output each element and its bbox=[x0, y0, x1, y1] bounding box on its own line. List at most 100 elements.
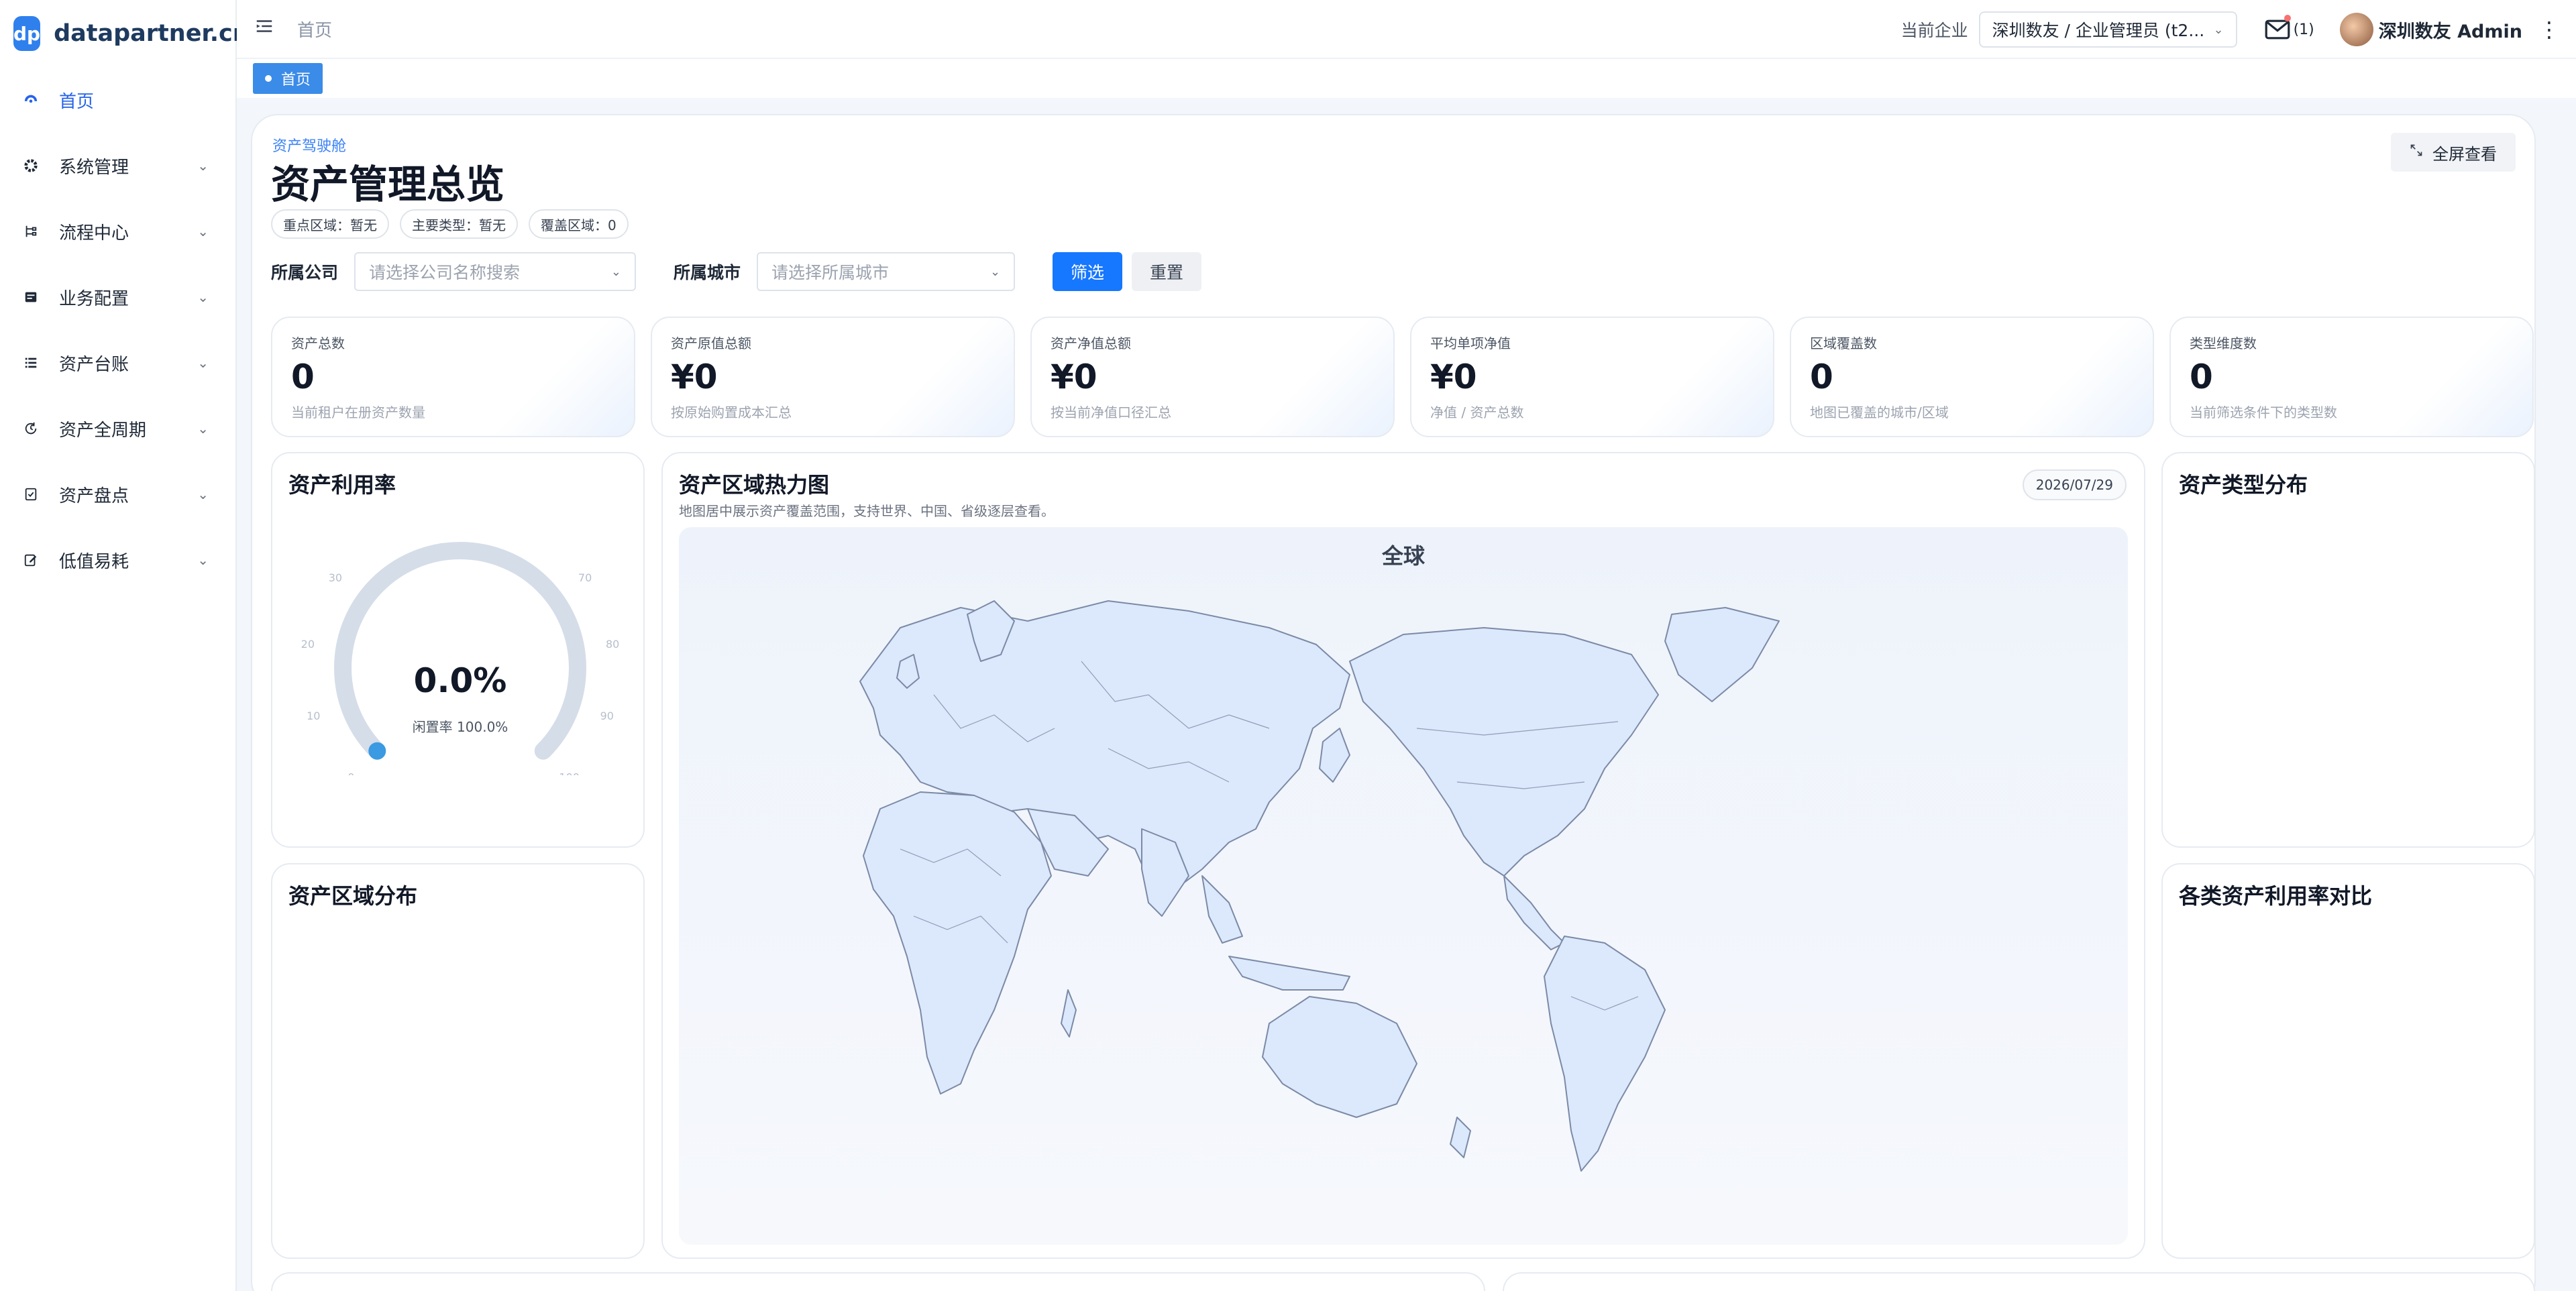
sidebar-item-label: 资产台账 bbox=[59, 354, 129, 375]
sidebar-item-flow[interactable]: 流程中心 ⌄ bbox=[0, 199, 235, 264]
breadcrumb[interactable]: 首页 bbox=[297, 17, 332, 42]
date-badge[interactable]: 2026/07/29 bbox=[2022, 469, 2127, 500]
chevron-down-icon: ⌄ bbox=[197, 552, 209, 568]
page-title: 资产管理总览 bbox=[271, 162, 505, 207]
map-north-america bbox=[1349, 627, 1659, 877]
expand-icon bbox=[2410, 144, 2423, 161]
city-placeholder: 请选择所属城市 bbox=[771, 263, 890, 282]
filter-button[interactable]: 筛选 bbox=[1053, 252, 1123, 291]
sidebar-item-label: 资产盘点 bbox=[59, 486, 129, 506]
sidebar-item-label: 系统管理 bbox=[59, 157, 129, 178]
gauge-tick-label: 70 bbox=[578, 571, 592, 584]
sidebar-item-system[interactable]: 系统管理 ⌄ bbox=[0, 133, 235, 199]
city-label: 所属城市 bbox=[674, 263, 741, 282]
cycle-icon bbox=[23, 420, 39, 437]
stat-value: 0 bbox=[291, 357, 315, 396]
brand[interactable]: dp datapartner.cn bbox=[0, 0, 250, 67]
stat-title: 资产总数 bbox=[291, 335, 345, 351]
bottom-panel-left bbox=[271, 1272, 1485, 1291]
company-placeholder: 请选择公司名称搜索 bbox=[369, 263, 521, 282]
stat-value: 0 bbox=[2190, 357, 2213, 396]
corp-select-value: 深圳数友 / 企业管理员 (t2... bbox=[1992, 21, 2205, 40]
region-distribution-panel: 资产区域分布 bbox=[271, 863, 645, 1259]
tab-label: 首页 bbox=[281, 72, 311, 89]
gauge-value: 0.0% bbox=[413, 661, 507, 700]
map-scope-title: 全球 bbox=[1381, 543, 1425, 569]
gear-icon bbox=[23, 158, 39, 174]
checklist-icon bbox=[23, 486, 39, 502]
sidebar-item-business[interactable]: 业务配置 ⌄ bbox=[0, 264, 235, 330]
bottom-panel-right bbox=[1503, 1272, 2535, 1291]
sidebar-item-label: 流程中心 bbox=[59, 223, 129, 243]
stat-sub: 当前筛选条件下的类型数 bbox=[2190, 404, 2337, 420]
more-vertical-icon[interactable]: ⋮ bbox=[2538, 17, 2560, 42]
map-madagascar bbox=[1061, 989, 1077, 1037]
stat-title: 资产净值总额 bbox=[1051, 335, 1131, 351]
stat-title: 区域覆盖数 bbox=[1810, 335, 1877, 351]
stat-value: 0 bbox=[1810, 357, 1833, 396]
panel-title: 资产类型分布 bbox=[2179, 472, 2308, 498]
fullscreen-button[interactable]: 全屏查看 bbox=[2391, 133, 2516, 172]
sidebar-item-consumables[interactable]: 低值易耗 ⌄ bbox=[0, 527, 235, 593]
stat-sub: 地图已覆盖的城市/区域 bbox=[1810, 404, 1949, 420]
world-map[interactable]: 全球 bbox=[679, 527, 2128, 1245]
menu-collapse-icon[interactable] bbox=[254, 16, 274, 42]
sidebar-item-inventory[interactable]: 资产盘点 ⌄ bbox=[0, 461, 235, 527]
chevron-down-icon: ⌄ bbox=[197, 158, 209, 174]
panel-title: 资产区域分布 bbox=[288, 883, 418, 909]
chevron-down-icon: ⌄ bbox=[197, 223, 209, 239]
mail-button[interactable]: (1) bbox=[2264, 15, 2314, 40]
gauge-pointer bbox=[368, 742, 386, 760]
map-australia bbox=[1262, 996, 1417, 1118]
sidebar-item-lifecycle[interactable]: 资产全周期 ⌄ bbox=[0, 396, 235, 461]
topbar-right: 当前企业 深圳数友 / 企业管理员 (t2... ⌄ (1) 深圳数友 Admi… bbox=[1901, 0, 2576, 59]
gauge-tick-label: 20 bbox=[301, 638, 315, 651]
utilization-gauge: 0102030708090100 0.0% 闲置率 100.0% bbox=[299, 507, 621, 784]
sidebar-item-home[interactable]: 首页 bbox=[0, 67, 235, 133]
tab-home[interactable]: 首页 bbox=[253, 63, 323, 94]
stat-title: 资产原值总额 bbox=[671, 335, 751, 351]
dashboard-panel: 资产驾驶舱 资产管理总览 全屏查看 重点区域：暂无 主要类型：暂无 覆盖区域：0… bbox=[251, 114, 2536, 1291]
stat-value: ¥0 bbox=[1430, 357, 1477, 396]
user-menu[interactable]: 深圳数友 Admin bbox=[2339, 13, 2522, 46]
brand-name: datapartner.cn bbox=[54, 20, 250, 47]
gauge-tick-label: 100 bbox=[559, 771, 580, 775]
mail-icon bbox=[2265, 19, 2290, 40]
stat-sub: 按当前净值口径汇总 bbox=[1051, 404, 1171, 420]
company-select[interactable]: 请选择公司名称搜索 ⌄ bbox=[354, 252, 637, 291]
edit-icon bbox=[23, 552, 39, 568]
stat-title: 类型维度数 bbox=[2190, 335, 2257, 351]
gauge-tick-label: 80 bbox=[606, 638, 619, 651]
stat-value: ¥0 bbox=[671, 357, 718, 396]
gauge-tick-label: 30 bbox=[329, 571, 342, 584]
sidebar-item-ledger[interactable]: 资产台账 ⌄ bbox=[0, 330, 235, 396]
stat-card-net-value: 资产净值总额 ¥0 按当前净值口径汇总 bbox=[1030, 317, 1395, 437]
chip-key-region: 重点区域：暂无 bbox=[271, 209, 389, 239]
stat-sub: 按原始购置成本汇总 bbox=[671, 404, 792, 420]
panel-title: 资产利用率 bbox=[288, 472, 396, 498]
city-select[interactable]: 请选择所属城市 ⌄ bbox=[757, 252, 1016, 291]
fullscreen-label: 全屏查看 bbox=[2432, 144, 2497, 164]
panel-subtitle: 地图居中展示资产覆盖范围，支持世界、中国、省级逐层查看。 bbox=[679, 503, 1055, 519]
type-distribution-panel: 资产类型分布 bbox=[2161, 452, 2535, 848]
world-map-svg bbox=[859, 600, 1780, 1172]
map-greenland bbox=[1664, 607, 1780, 702]
filter-bar: 所属公司 请选择公司名称搜索 ⌄ 所属城市 请选择所属城市 ⌄ 筛选 重置 bbox=[271, 252, 1277, 291]
sidebar-menu: 首页 系统管理 ⌄ 流程中心 ⌄ 业务配置 ⌄ 资产台账 ⌄ 资产全周期 ⌄ 资… bbox=[0, 67, 235, 593]
sidebar-item-label: 首页 bbox=[59, 91, 95, 112]
corp-select[interactable]: 深圳数友 / 企业管理员 (t2... ⌄ bbox=[1978, 11, 2237, 48]
sidebar: dp datapartner.cn 首页 系统管理 ⌄ 流程中心 ⌄ 业务配置 … bbox=[0, 0, 250, 1291]
map-africa bbox=[863, 791, 1052, 1094]
chevron-down-icon: ⌄ bbox=[197, 420, 209, 437]
reset-button[interactable]: 重置 bbox=[1132, 252, 1202, 291]
stat-card-avg-value: 平均单项净值 ¥0 净值 / 资产总数 bbox=[1410, 317, 1774, 437]
corp-label: 当前企业 bbox=[1900, 21, 1968, 40]
chevron-down-icon: ⌄ bbox=[2213, 22, 2224, 37]
stat-value: ¥0 bbox=[1051, 357, 1097, 396]
chevron-down-icon: ⌄ bbox=[197, 289, 209, 305]
map-central-america bbox=[1503, 875, 1565, 950]
gauge-idle-text: 闲置率 100.0% bbox=[412, 719, 508, 735]
chevron-down-icon: ⌄ bbox=[197, 355, 209, 371]
stat-card-original-value: 资产原值总额 ¥0 按原始购置成本汇总 bbox=[651, 317, 1015, 437]
tab-dot bbox=[265, 75, 272, 82]
